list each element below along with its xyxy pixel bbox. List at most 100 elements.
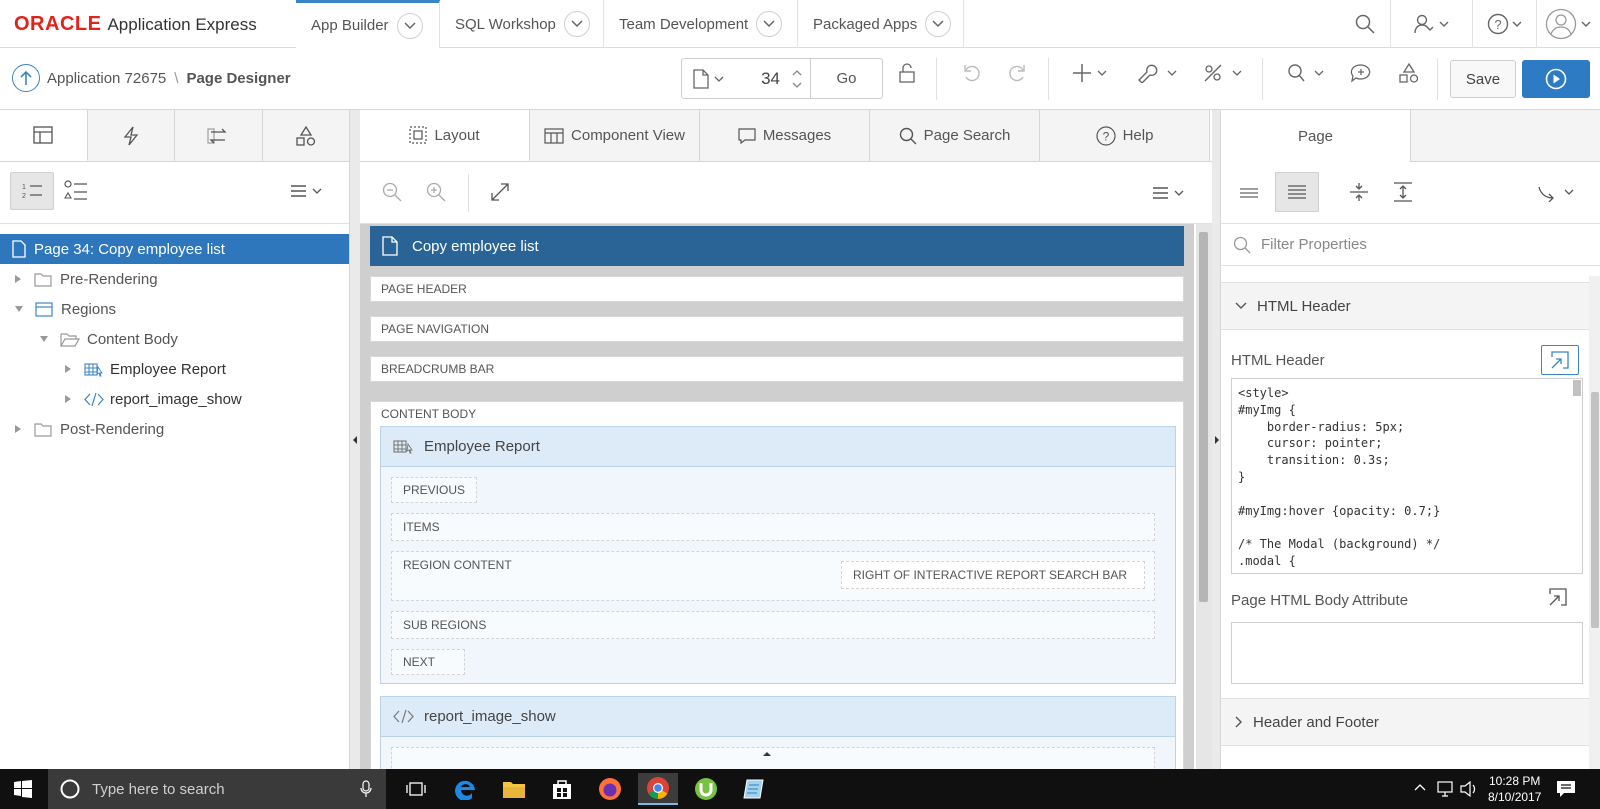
region-report-image-show[interactable]: report_image_show: [380, 696, 1176, 769]
tree-node-pre-rendering[interactable]: Pre-Rendering: [0, 264, 349, 294]
chevron-down-icon[interactable]: [563, 11, 590, 37]
slot-placeholder[interactable]: [391, 747, 1155, 769]
utilities-wrench-icon[interactable]: [1136, 63, 1180, 83]
position-page-header[interactable]: Page Header: [370, 276, 1184, 302]
create-menu[interactable]: [1072, 63, 1110, 83]
volume-icon[interactable]: [1460, 781, 1478, 797]
left-pane-collapse-handle[interactable]: [350, 110, 360, 769]
zoom-in-icon[interactable]: [426, 182, 446, 202]
property-editor-scrollbar[interactable]: [1589, 276, 1600, 769]
apex-logo[interactable]: ORACLE Application Express: [14, 13, 257, 36]
undo-icon[interactable]: [962, 63, 982, 83]
tab-component-view[interactable]: Component View: [530, 110, 700, 161]
code-scrollbar-thumb[interactable]: [1573, 380, 1581, 396]
show-hidden-icons-icon[interactable]: [1414, 783, 1426, 791]
region-employee-report[interactable]: Employee Report PREVIOUS ITEMS REGION CO…: [380, 426, 1176, 684]
comments-icon[interactable]: [1350, 63, 1372, 83]
page-number-input[interactable]: 34: [734, 69, 784, 89]
show-common-icon[interactable]: [1239, 186, 1259, 200]
collapse-all-icon[interactable]: [1349, 182, 1369, 202]
scrollbar-thumb[interactable]: [1199, 232, 1208, 602]
section-header-and-footer[interactable]: Header and Footer: [1221, 698, 1591, 746]
expand-editor-button[interactable]: [1541, 345, 1579, 375]
chrome-icon[interactable]: [638, 773, 678, 805]
show-all-button[interactable]: [1275, 172, 1319, 212]
tree-node-page[interactable]: Page 34: Copy employee list: [0, 234, 349, 264]
arrow-up-icon[interactable]: [12, 64, 40, 92]
firefox-icon[interactable]: [590, 773, 630, 805]
tab-messages[interactable]: Messages: [700, 110, 870, 161]
tab-app-builder[interactable]: App Builder: [296, 0, 440, 48]
lock-page-icon[interactable]: [898, 63, 916, 83]
redo-icon[interactable]: [1007, 63, 1027, 83]
utorrent-icon[interactable]: [686, 773, 726, 805]
account-menu[interactable]: [1536, 0, 1600, 48]
tree-node-post-rendering[interactable]: Post-Rendering: [0, 414, 349, 444]
tab-packaged-apps[interactable]: Packaged Apps: [798, 0, 964, 48]
slot-sub-regions[interactable]: SUB REGIONS: [391, 611, 1155, 639]
tab-rendering[interactable]: [0, 110, 88, 161]
page-title-bar[interactable]: Copy employee list: [370, 226, 1184, 266]
action-center-icon[interactable]: [1556, 779, 1576, 799]
tab-team-development[interactable]: Team Development: [604, 0, 798, 48]
go-button[interactable]: Go: [810, 59, 882, 98]
filter-properties[interactable]: Filter Properties: [1221, 224, 1600, 266]
run-page-button[interactable]: [1522, 60, 1590, 98]
tab-layout[interactable]: Layout: [360, 110, 530, 161]
chevron-down-icon[interactable]: [756, 11, 783, 37]
user-admin-menu[interactable]: [1390, 0, 1472, 48]
position-content-body[interactable]: CONTENT BODY Employee Report PREVIOUS IT…: [370, 401, 1184, 769]
help-menu[interactable]: ?: [1472, 0, 1536, 48]
slot-next[interactable]: NEXT: [391, 649, 465, 675]
edge-browser-icon[interactable]: [446, 773, 486, 805]
tree-node-content-body[interactable]: Content Body: [0, 324, 349, 354]
html-header-code-editor[interactable]: <style> #myImg { border-radius: 5px; cur…: [1231, 378, 1583, 574]
team-dev-menu[interactable]: [1285, 63, 1327, 83]
tab-dynamic-actions[interactable]: [87, 110, 175, 161]
chevron-down-icon[interactable]: [925, 11, 952, 37]
shared-shapes-icon[interactable]: [1398, 63, 1420, 83]
network-icon[interactable]: [1436, 781, 1454, 797]
page-stepper[interactable]: [784, 69, 810, 88]
notepad-icon[interactable]: [734, 773, 774, 805]
position-page-navigation[interactable]: Page Navigation: [370, 316, 1184, 342]
slot-items[interactable]: ITEMS: [391, 513, 1155, 541]
tab-sql-workshop[interactable]: SQL Workshop: [440, 0, 604, 48]
slot-right-of-ir-search-bar[interactable]: RIGHT OF INTERACTIVE REPORT SEARCH BAR: [841, 561, 1145, 589]
store-icon[interactable]: [542, 773, 582, 805]
taskbar-clock[interactable]: 10:28 PM 8/10/2017: [1488, 773, 1541, 805]
position-breadcrumb-bar[interactable]: Breadcrumb Bar: [370, 356, 1184, 382]
order-view-button[interactable]: 12: [10, 172, 54, 210]
tab-page-search[interactable]: Page Search: [870, 110, 1040, 161]
tree-menu-button[interactable]: [290, 184, 326, 198]
layout-scrollbar[interactable]: [1196, 224, 1212, 769]
windows-start-icon[interactable]: [14, 780, 32, 798]
section-html-header[interactable]: HTML Header: [1221, 282, 1591, 330]
body-attribute-textarea[interactable]: [1231, 622, 1583, 684]
taskbar-search[interactable]: Type here to search: [48, 769, 386, 809]
shared-components-icon[interactable]: [1203, 63, 1245, 83]
layout-menu-button[interactable]: [1152, 186, 1188, 200]
group-view-button[interactable]: [64, 180, 88, 202]
chevron-down-icon[interactable]: [396, 12, 423, 39]
save-button[interactable]: Save: [1450, 60, 1516, 98]
search-icon[interactable]: [1340, 0, 1390, 48]
expand-icon[interactable]: [490, 182, 510, 202]
file-explorer-icon[interactable]: [494, 773, 534, 805]
go-to-group-menu[interactable]: [1537, 184, 1577, 202]
tree-node-employee-report[interactable]: Employee Report: [0, 354, 349, 384]
expand-editor-icon[interactable]: [1549, 588, 1567, 606]
zoom-out-icon[interactable]: [382, 182, 402, 202]
tree-node-regions[interactable]: Regions: [0, 294, 349, 324]
tab-shared-components[interactable]: [262, 110, 349, 161]
tab-processing[interactable]: [175, 110, 263, 161]
task-view-icon[interactable]: [396, 773, 436, 805]
expand-all-icon[interactable]: [1393, 182, 1413, 202]
breadcrumb-app-link[interactable]: Application 72675: [47, 70, 166, 87]
tab-page[interactable]: Page: [1221, 110, 1411, 162]
tab-help[interactable]: ? Help: [1040, 110, 1210, 161]
slot-previous[interactable]: PREVIOUS: [391, 477, 477, 503]
page-menu-button[interactable]: [682, 68, 734, 89]
scrollbar-thumb[interactable]: [1591, 392, 1599, 628]
tree-node-report-image-show[interactable]: report_image_show: [0, 384, 349, 414]
